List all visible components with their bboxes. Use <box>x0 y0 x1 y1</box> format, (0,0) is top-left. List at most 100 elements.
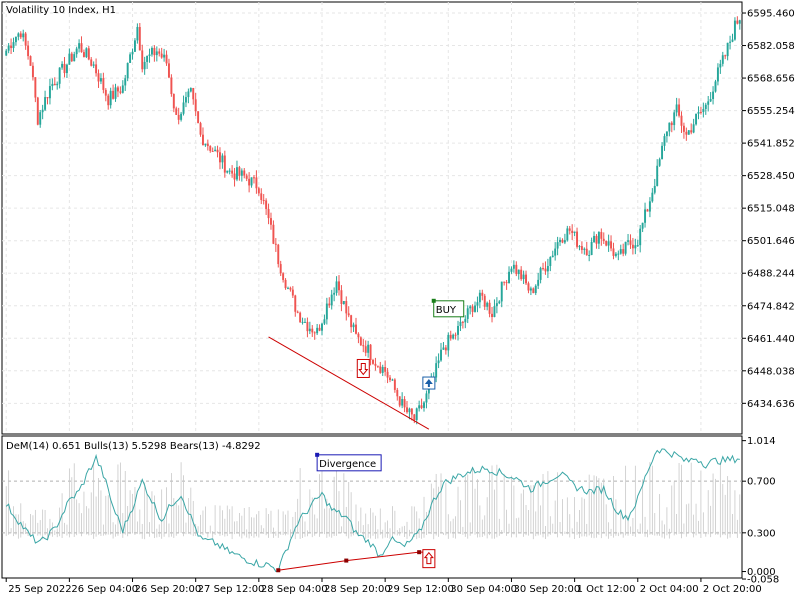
divergence-point <box>344 558 349 563</box>
candle-body <box>452 334 455 339</box>
candle-body <box>437 360 440 364</box>
candle-body <box>75 48 78 55</box>
candle-body <box>56 83 59 86</box>
candle-body <box>559 239 562 243</box>
candle-body <box>262 199 265 201</box>
candle-body <box>699 111 702 113</box>
candle-body <box>413 414 416 421</box>
candle-body <box>155 51 158 56</box>
sell-arrow-icon[interactable] <box>356 358 370 378</box>
candle-body <box>24 33 27 46</box>
candle-body <box>393 379 396 390</box>
candle-body <box>73 54 76 62</box>
candle-body <box>488 302 491 314</box>
candle-body <box>323 319 326 324</box>
candle-body <box>556 242 559 249</box>
candle-body <box>663 136 666 146</box>
candle-body <box>580 246 583 250</box>
candle-body <box>454 334 457 336</box>
candle-body <box>197 111 200 124</box>
candle-body <box>99 78 102 82</box>
candle-body <box>359 337 362 346</box>
candle-body <box>313 332 316 334</box>
candle-body <box>719 63 722 68</box>
candle-body <box>627 240 630 242</box>
candle-body <box>464 318 467 323</box>
candle-body <box>141 50 144 70</box>
candle-body <box>39 112 42 125</box>
indicator-tick-label: 0.300 <box>747 528 776 539</box>
candle-body <box>610 241 613 249</box>
candle-body <box>631 244 634 249</box>
candle-body <box>576 231 579 247</box>
candle-body <box>255 177 258 189</box>
candle-body <box>692 124 695 133</box>
candle-body <box>566 228 569 241</box>
candle-body <box>372 359 374 364</box>
candle-body <box>678 104 681 116</box>
candle-body <box>491 313 493 318</box>
candle-body <box>729 41 732 43</box>
candle-body <box>267 209 270 219</box>
candle-body <box>612 248 615 256</box>
candle-body <box>503 281 506 283</box>
candle-body <box>165 54 168 64</box>
candle-body <box>673 112 676 126</box>
candle-body <box>690 130 693 133</box>
candle-body <box>668 122 671 132</box>
candle-body <box>189 88 192 92</box>
candle-body <box>150 47 153 55</box>
candle-body <box>571 230 574 233</box>
price-tick-label: 6595.460 <box>747 9 795 20</box>
candle-body <box>447 334 450 351</box>
price-tick-label: 6541.852 <box>747 139 795 150</box>
candle-body <box>167 63 170 78</box>
candle-body <box>223 155 226 173</box>
buy-signal[interactable]: BUY <box>431 298 465 318</box>
candle-body <box>420 405 423 408</box>
candle-body <box>403 399 406 408</box>
indicator-arrow-icon[interactable] <box>422 549 436 569</box>
candle-body <box>180 113 183 120</box>
candle-body <box>425 393 428 403</box>
candle-body <box>704 104 707 109</box>
candle-body <box>495 303 498 307</box>
candle-body <box>211 150 214 152</box>
candle-body <box>17 33 20 37</box>
candle-body <box>233 173 236 180</box>
candle-body <box>656 165 659 186</box>
candle-body <box>716 67 719 82</box>
candle-body <box>415 408 418 421</box>
time-tick-label: 26 Sep 20:00 <box>135 584 202 595</box>
candle-body <box>418 405 421 409</box>
candle-body <box>231 170 234 174</box>
candle-body <box>515 264 518 275</box>
candle-body <box>466 308 469 319</box>
candle-body <box>306 321 309 332</box>
candle-body <box>440 349 442 361</box>
candle-body <box>182 102 185 114</box>
candle-body <box>184 97 187 103</box>
candle-body <box>726 42 729 57</box>
candle-body <box>218 152 221 163</box>
price-tick-label: 6568.656 <box>747 74 795 85</box>
candle-body <box>682 125 685 132</box>
divergence-point <box>276 568 281 573</box>
indicator-tick-label: 1.014 <box>747 436 776 447</box>
candle-body <box>192 88 195 100</box>
candle-body <box>216 149 219 153</box>
candle-body <box>270 218 272 225</box>
buy-arrow-icon[interactable] <box>422 376 436 390</box>
candle-body <box>561 239 564 243</box>
candle-body <box>512 264 515 269</box>
divergence-signal[interactable]: Divergence <box>315 452 382 472</box>
time-tick-label: 25 Sep 2022 <box>8 584 71 595</box>
candle-body <box>87 48 90 60</box>
candle-body <box>90 59 93 66</box>
candle-body <box>119 91 122 93</box>
indicator-title: DeM(14) 0.651 Bulls(13) 5.5298 Bears(13)… <box>6 441 261 452</box>
candle-body <box>721 55 724 64</box>
candle-body <box>661 145 664 160</box>
candle-body <box>481 292 484 296</box>
candle-body <box>367 344 370 353</box>
